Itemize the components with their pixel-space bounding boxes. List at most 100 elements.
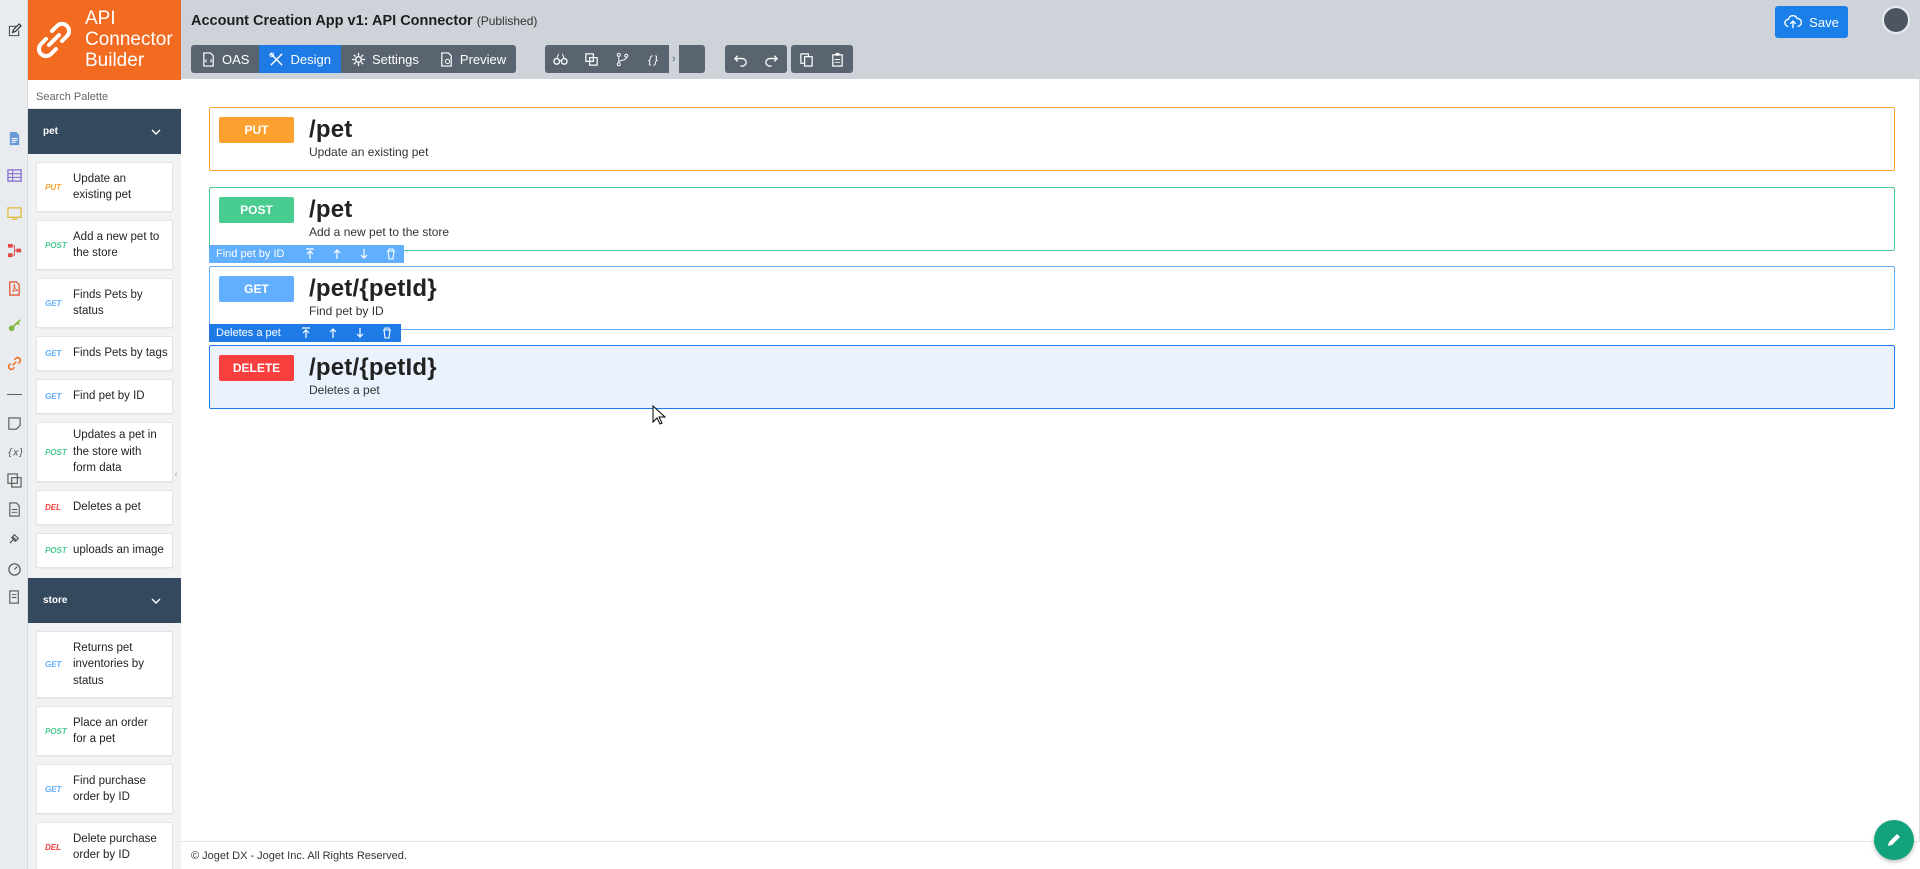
datalist-icon[interactable] [6,167,22,183]
palette-item[interactable]: DEL Delete purchase order by ID [36,822,173,869]
palette-group-store[interactable]: store [28,578,181,623]
binoculars-icon[interactable] [545,45,576,73]
tab-oas[interactable]: OAS [191,45,259,73]
api-link-icon[interactable] [6,355,22,371]
undo-icon[interactable] [725,45,756,73]
palette-item[interactable]: PUT Update an existing pet [36,162,173,212]
arrow-up-icon[interactable] [323,245,350,263]
toolbar-scroll-arrow[interactable]: › [669,45,679,73]
element-toolbar-label: Deletes a pet [216,327,281,339]
palette-item-label: Find pet by ID [73,390,145,403]
tab-settings[interactable]: Settings [341,45,429,73]
operation-card-post-pet[interactable]: POST /pet Add a new pet to the store [209,187,1895,251]
search-palette-input[interactable] [36,91,173,103]
performance-icon[interactable] [6,560,22,576]
method-tag: GET [45,660,62,669]
operation-summary: Find pet by ID [309,304,384,318]
mouse-cursor-icon [652,405,666,425]
arrow-up-icon[interactable] [320,324,347,342]
arrow-down-icon[interactable] [350,245,377,263]
method-badge: POST [219,197,294,223]
group-label: store [43,595,68,606]
palette-item-label: Add a new pet to the store [73,230,160,260]
operation-summary: Add a new pet to the store [309,225,450,239]
method-tag: POST [45,240,67,250]
app-title: Account Creation App v1: API Connector (P… [191,13,537,29]
operation-path: /pet [309,196,353,223]
trash-icon[interactable] [377,245,404,263]
operation-card-get-pet-id[interactable]: GET /pet/{petId} Find pet by ID [209,266,1895,330]
redo-icon[interactable] [756,45,787,73]
save-label: Save [1809,14,1839,30]
operation-card-put-pet[interactable]: PUT /pet Update an existing pet [209,107,1895,171]
edit-page-icon[interactable] [6,22,22,38]
design-canvas: PUT /pet Update an existing pet POST /pe… [181,79,1920,841]
palette-item[interactable]: GET Find pet by ID [36,379,173,414]
svg-text:{}: {} [647,54,659,66]
copy-icon[interactable] [791,45,822,73]
move-top-icon[interactable] [296,245,323,263]
tab-preview[interactable]: Preview [429,45,516,73]
note-icon[interactable] [6,415,22,431]
operation-path: /pet [309,116,353,143]
variable-icon[interactable]: {x} [6,443,22,459]
file-code-icon [203,51,214,67]
clipboard-group [791,45,853,73]
tab-label: Design [290,51,331,67]
document-icon[interactable] [6,501,22,517]
palette-item[interactable]: POST uploads an image [36,533,173,568]
app-title-text: Account Creation App v1: API Connector [191,13,473,29]
palette-item-label: Updates a pet in the store with form dat… [73,429,157,475]
palette-item[interactable]: POST Place an order for a pet [36,706,173,756]
method-badge: DELETE [219,355,294,381]
palette-item[interactable]: POST Updates a pet in the store with for… [36,422,173,482]
process-icon[interactable] [6,242,22,258]
tab-label: Preview [459,51,507,67]
palette-item[interactable]: DEL Deletes a pet [36,490,173,525]
palette-item-label: Find purchase order by ID [73,774,146,804]
operation-card-delete-pet-id[interactable]: DELETE /pet/{petId} Deletes a pet [209,345,1895,409]
palette-item[interactable]: POST Add a new pet to the store [36,220,173,270]
preview-doc-icon [441,51,452,67]
trash-icon[interactable] [374,324,401,342]
pdf-icon[interactable] [6,280,22,296]
operation-path: /pet/{petId} [309,275,437,302]
palette-item[interactable]: GET Finds Pets by status [36,278,173,328]
method-tag: DEL [45,503,61,512]
publish-status: (Published) [476,14,538,28]
operation-summary: Deletes a pet [309,383,380,397]
move-top-icon[interactable] [293,324,320,342]
resource-icon[interactable] [6,472,22,488]
palette-item-label: Deletes a pet [73,501,141,514]
palette-panel: API Connector Builder pet PUT Update an … [28,0,181,869]
palette-group-pet[interactable]: pet [28,109,181,154]
arrow-down-icon[interactable] [347,324,374,342]
plugin-icon[interactable] [6,530,22,546]
gear-icon [351,52,365,66]
copy-layout-icon[interactable] [576,45,607,73]
tab-design[interactable]: Design [259,45,341,73]
paste-icon[interactable] [822,45,853,73]
branch-icon[interactable] [607,45,638,73]
method-tag: POST [45,726,67,736]
palette-item-label: Returns pet inventories by status [73,641,144,687]
palette-item-label: Update an existing pet [73,172,132,202]
userview-icon[interactable] [6,205,22,221]
key-icon[interactable] [6,317,22,333]
save-button[interactable]: Save [1775,6,1848,38]
logs-icon[interactable] [6,589,22,605]
palette-item[interactable]: GET Returns pet inventories by status [36,631,173,698]
copyright-text: © Joget DX - Joget Inc. All Rights Reser… [191,850,407,862]
collapse-palette-handle[interactable]: ‹ [171,456,181,492]
braces-icon[interactable]: {} [638,45,669,73]
history-group [725,45,787,73]
avatar[interactable] [1882,6,1910,34]
chevron-down-icon [151,598,161,604]
palette-item[interactable]: GET Finds Pets by tags [36,336,173,371]
form-icon[interactable] [6,130,22,146]
palette-item-label: Finds Pets by status [73,288,143,318]
edit-fab-button[interactable] [1874,820,1914,860]
palette-item-label: uploads an image [73,544,164,557]
palette-item[interactable]: GET Find purchase order by ID [36,764,173,814]
left-icon-rail: {x} [0,0,28,869]
